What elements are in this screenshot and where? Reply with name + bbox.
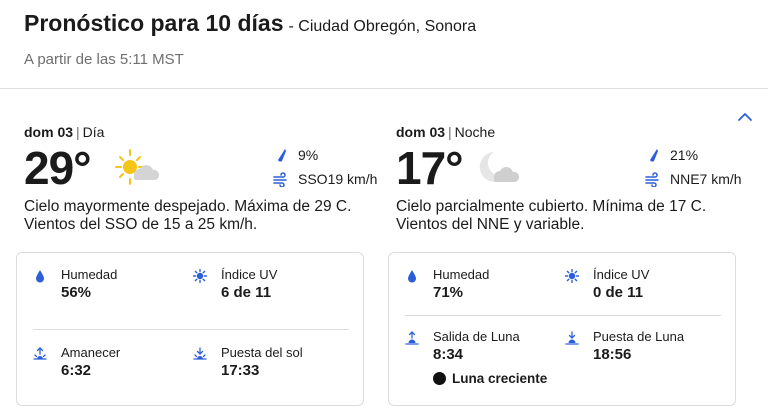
sunrise-label: Amanecer: [61, 345, 121, 360]
night-wind: NNE7 km/h: [644, 171, 742, 187]
night-temperature: 17°: [396, 142, 464, 194]
night-date: dom 03: [396, 124, 446, 140]
night-description: Cielo parcialmente cubierto. Mínima de 1…: [396, 198, 707, 233]
day-wind: SSO19 km/h: [272, 171, 377, 187]
page-header: Pronóstico para 10 días - Ciudad Obregón…: [24, 10, 476, 68]
uv-sun-icon: [565, 269, 579, 283]
humidity-icon: [408, 270, 416, 283]
humidity-icon: [36, 270, 44, 283]
night-wind-value: NNE7 km/h: [670, 171, 742, 187]
sun-cloud-icon: [115, 149, 160, 185]
humidity-label: Humedad: [433, 267, 490, 282]
header-divider: [0, 88, 768, 89]
moon-phase-icon: [433, 372, 446, 385]
uv-value: 0 de 11: [593, 284, 644, 301]
period-separator: |: [76, 124, 80, 140]
day-forecast-panel: dom 03 | Día 29° 9% SSO19 km/h Cielo may…: [16, 124, 377, 406]
day-period-label: dom 03 | Día: [24, 124, 374, 140]
sunset-value: 17:33: [221, 362, 260, 379]
day-humidity: Humedad 56%: [33, 267, 117, 301]
day-period: Día: [82, 124, 105, 140]
moonset-label: Puesta de Luna: [593, 329, 685, 344]
day-sunrise: Amanecer 6:32: [33, 345, 120, 379]
sunset-label: Puesta del sol: [221, 345, 303, 360]
period-separator: |: [448, 124, 452, 140]
moonrise-icon: [405, 331, 419, 345]
sunrise-icon: [33, 347, 47, 360]
raindrop-icon: [650, 149, 658, 162]
wind-icon: [273, 172, 287, 187]
night-precip-value: 21%: [670, 147, 699, 163]
collapse-button[interactable]: [736, 110, 754, 124]
page-title: Pronóstico para 10 días: [24, 10, 284, 36]
moon-phase-label: Luna creciente: [452, 371, 548, 386]
day-sunset: Puesta del sol 17:33: [193, 345, 303, 379]
humidity-value: 56%: [61, 284, 92, 301]
moonrise-value: 8:34: [433, 346, 464, 363]
day-temperature: 29°: [24, 142, 92, 194]
wind-icon: [645, 172, 659, 187]
night-moonrise: Salida de Luna 8:34: [405, 329, 520, 363]
night-humidity: Humedad 71%: [405, 267, 489, 301]
uv-label: Índice UV: [221, 267, 278, 282]
moon-cloud-icon: [479, 152, 520, 182]
night-period-label: dom 03 | Noche: [396, 124, 746, 140]
humidity-label: Humedad: [61, 267, 118, 282]
details-divider: [405, 315, 721, 316]
night-forecast-panel: dom 03 | Noche 17° 21% NNE7 km/h Cielo par…: [388, 124, 746, 406]
title-row: Pronóstico para 10 días - Ciudad Obregón…: [24, 10, 476, 37]
night-details-card: Humedad 71% Índice UV 0 de 11 Salida de …: [388, 252, 736, 406]
uv-sun-icon: [193, 269, 207, 283]
night-period: Noche: [454, 124, 496, 140]
day-description: Cielo mayormente despejado. Máxima de 29…: [24, 198, 352, 233]
moonset-value: 18:56: [593, 346, 632, 363]
chevron-up-icon: [738, 113, 752, 121]
day-wind-value: SSO19 km/h: [298, 171, 378, 187]
raindrop-icon: [278, 149, 286, 162]
day-temp-row: 29° 9% SSO19 km/h: [24, 142, 377, 198]
humidity-value: 71%: [433, 284, 464, 301]
night-moonset: Puesta de Luna 18:56: [565, 329, 684, 363]
day-date: dom 03: [24, 124, 74, 140]
moonset-icon: [565, 331, 579, 345]
day-uv-index: Índice UV 6 de 11: [193, 267, 277, 301]
sunrise-value: 6:32: [61, 362, 92, 379]
updated-time: A partir de las 5:11 MST: [24, 51, 184, 68]
details-divider: [33, 329, 349, 330]
moon-phase: Luna creciente: [433, 371, 547, 386]
uv-label: Índice UV: [593, 267, 650, 282]
night-temp-row: 17° 21% NNE7 km/h: [396, 142, 746, 198]
day-details-card: Humedad 56% Índice UV 6 de 11 Amanecer 6…: [16, 252, 364, 406]
moonrise-label: Salida de Luna: [433, 329, 520, 344]
day-precipitation: 9%: [272, 147, 318, 163]
night-precipitation: 21%: [644, 147, 698, 163]
night-uv-index: Índice UV 0 de 11: [565, 267, 649, 301]
uv-value: 6 de 11: [221, 284, 272, 301]
sunset-icon: [193, 347, 207, 360]
day-precip-value: 9%: [298, 147, 319, 163]
location-label: - Ciudad Obregón, Sonora: [288, 18, 477, 35]
